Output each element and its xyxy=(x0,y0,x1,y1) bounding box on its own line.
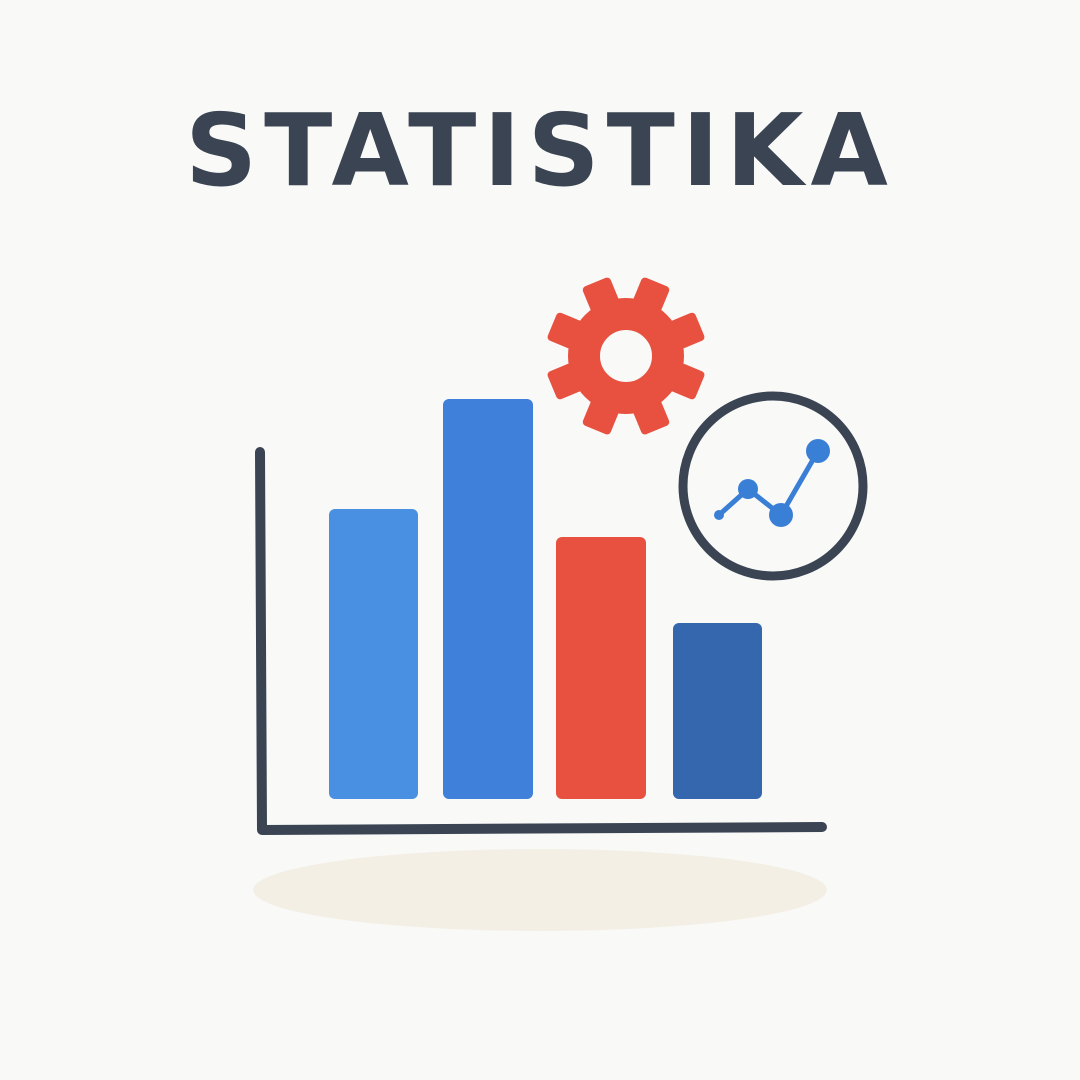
bar-3 xyxy=(556,537,646,799)
statistics-illustration xyxy=(253,277,868,931)
bar-4 xyxy=(673,623,762,799)
bar-2 xyxy=(443,399,533,799)
trend-chart-circle-icon xyxy=(678,391,868,581)
poster: STATISTIKA xyxy=(0,0,1080,1080)
ground-shadow xyxy=(253,849,827,931)
gear-icon xyxy=(547,277,705,435)
bar-1 xyxy=(329,509,418,799)
